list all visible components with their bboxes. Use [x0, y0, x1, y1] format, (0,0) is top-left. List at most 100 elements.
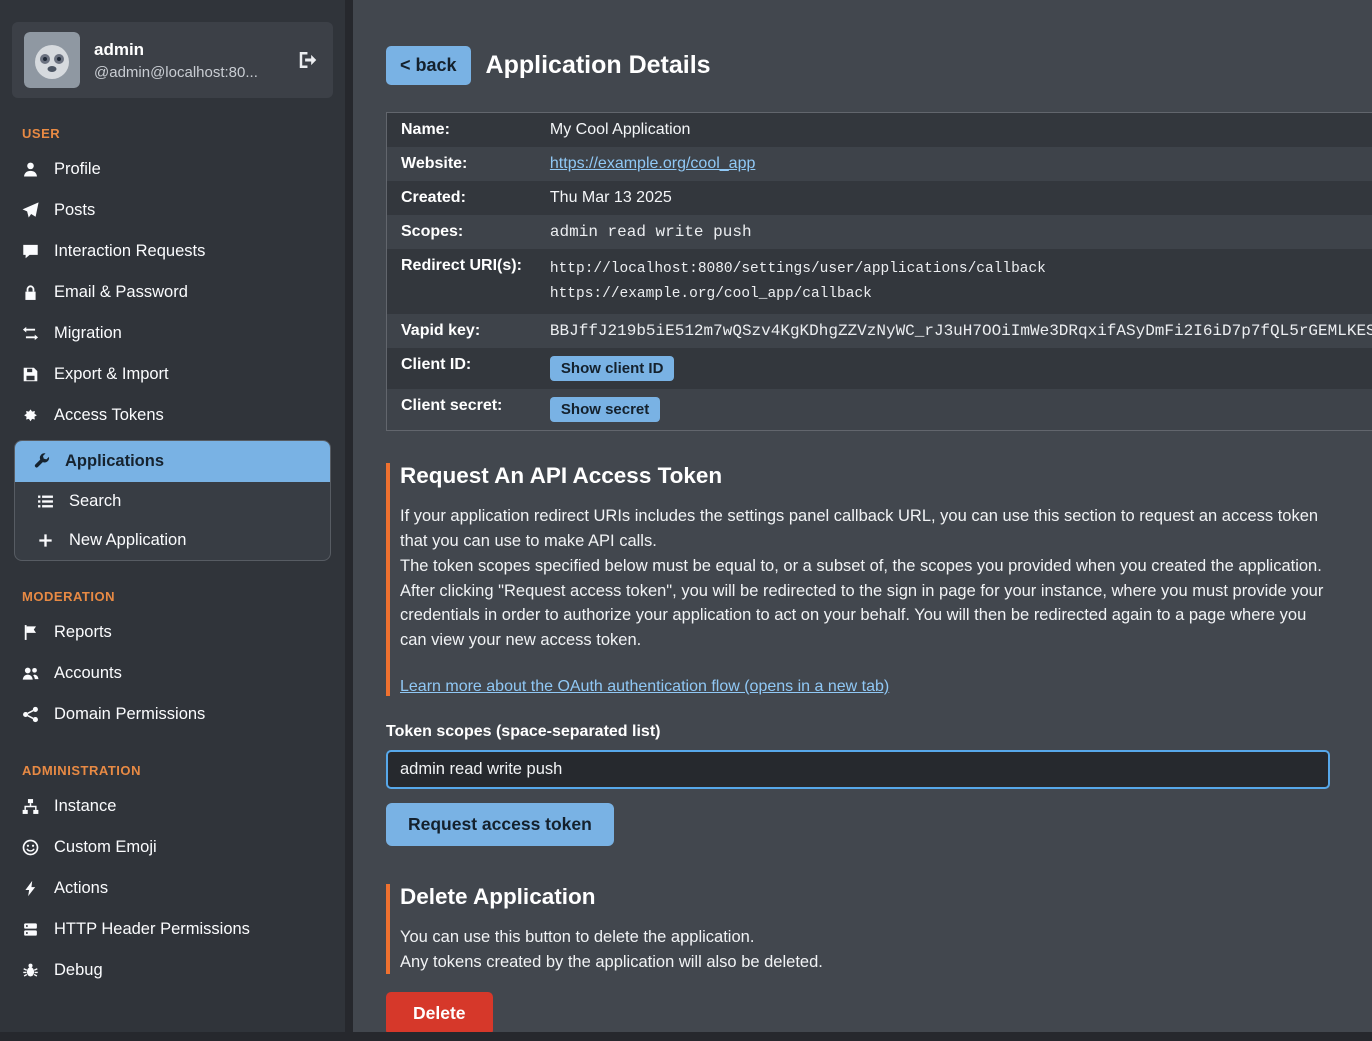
sidebar-item-label: Accounts [54, 664, 122, 683]
lock-icon [22, 284, 39, 301]
sidebar-item-label: Export & Import [54, 365, 169, 384]
sidebar-item-label: Interaction Requests [54, 242, 205, 261]
token-section-paragraph: After clicking "Request access token", y… [400, 579, 1330, 653]
page-title: Application Details [486, 51, 711, 80]
exchange-icon [22, 325, 39, 342]
app-name-value: My Cool Application [536, 113, 1372, 148]
sidebar-item-profile[interactable]: Profile [0, 149, 345, 190]
token-scopes-label: Token scopes (space-separated list) [386, 723, 1330, 741]
sidebar-item-actions[interactable]: Actions [0, 868, 345, 909]
oauth-docs-link[interactable]: Learn more about the OAuth authenticatio… [400, 678, 889, 696]
created-value: Thu Mar 13 2025 [536, 181, 1372, 215]
sidebar-item-label: Search [69, 492, 121, 511]
redirect-uris-value: http://localhost:8080/settings/user/appl… [536, 249, 1372, 314]
application-details-table: Name: My Cool Application Website: https… [386, 112, 1372, 431]
row-label: Name: [387, 113, 536, 148]
row-label: Created: [387, 181, 536, 215]
row-label: Redirect URI(s): [387, 249, 536, 314]
row-label: Client secret: [387, 389, 536, 431]
sidebar-item-interaction-requests[interactable]: Interaction Requests [0, 231, 345, 272]
user-card-text: admin @admin@localhost:80... [94, 40, 283, 81]
delete-section: Delete Application You can use this butt… [386, 884, 1330, 1032]
sidebar-item-label: Migration [54, 324, 122, 343]
back-button[interactable]: < back [386, 46, 471, 85]
sidebar-item-label: Custom Emoji [54, 838, 157, 857]
sidebar-item-custom-emoji[interactable]: Custom Emoji [0, 827, 345, 868]
floppy-icon [22, 366, 39, 383]
scopes-value: admin read write push [536, 215, 1372, 249]
sidebar-item-search[interactable]: Search [15, 482, 330, 521]
sidebar-item-email-password[interactable]: Email & Password [0, 272, 345, 313]
title-row: < back Application Details [386, 46, 1330, 85]
share-nodes-icon [22, 706, 39, 723]
sidebar-item-access-tokens[interactable]: Access Tokens [0, 395, 345, 436]
sidebar-item-debug[interactable]: Debug [0, 950, 345, 991]
plus-icon [37, 532, 54, 549]
users-icon [22, 665, 39, 682]
sign-out-icon [297, 49, 319, 71]
delete-section-text: Delete Application You can use this butt… [386, 884, 1330, 975]
user-card[interactable]: admin @admin@localhost:80... [12, 22, 333, 98]
sidebar-item-migration[interactable]: Migration [0, 313, 345, 354]
delete-section-paragraph: You can use this button to delete the ap… [400, 925, 1330, 950]
section-label-moderation: MODERATION [22, 589, 345, 604]
token-section: Request An API Access Token If your appl… [386, 463, 1330, 846]
row-label: Website: [387, 147, 536, 181]
sidebar-item-label: Domain Permissions [54, 705, 205, 724]
sidebar-item-label: Debug [54, 961, 103, 980]
sidebar-item-new-application[interactable]: New Application [15, 521, 330, 560]
username: admin [94, 40, 283, 60]
server-icon [22, 921, 39, 938]
bug-icon [22, 962, 39, 979]
sidebar-item-applications[interactable]: Applications [15, 441, 330, 482]
sidebar-item-label: Instance [54, 797, 116, 816]
paper-plane-icon [22, 202, 39, 219]
avatar [24, 32, 80, 88]
user-handle: @admin@localhost:80... [94, 64, 283, 81]
token-section-paragraph: If your application redirect URIs includ… [400, 504, 1330, 554]
table-row-created: Created: Thu Mar 13 2025 [387, 181, 1372, 215]
sidebar-item-label: Actions [54, 879, 108, 898]
delete-section-title: Delete Application [400, 884, 1330, 910]
user-icon [22, 161, 39, 178]
token-section-paragraph: The token scopes specified below must be… [400, 554, 1330, 579]
show-secret-button[interactable]: Show secret [550, 397, 660, 422]
table-row-client-secret: Client secret: Show secret [387, 389, 1372, 431]
sidebar-item-accounts[interactable]: Accounts [0, 653, 345, 694]
show-client-id-button[interactable]: Show client ID [550, 356, 675, 381]
smile-icon [22, 839, 39, 856]
delete-section-paragraph: Any tokens created by the application wi… [400, 950, 1330, 975]
token-scopes-input[interactable] [386, 750, 1330, 789]
request-access-token-button[interactable]: Request access token [386, 803, 614, 846]
sidebar-item-label: Posts [54, 201, 95, 220]
sidebar-item-posts[interactable]: Posts [0, 190, 345, 231]
sitemap-icon [22, 798, 39, 815]
sidebar: admin @admin@localhost:80... USER Profil… [0, 0, 345, 1032]
row-label: Scopes: [387, 215, 536, 249]
section-label-administration: ADMINISTRATION [22, 763, 345, 778]
applications-subnav: Search New Application [15, 482, 330, 560]
sidebar-item-export-import[interactable]: Export & Import [0, 354, 345, 395]
sidebar-item-domain-permissions[interactable]: Domain Permissions [0, 694, 345, 735]
website-link[interactable]: https://example.org/cool_app [550, 155, 755, 172]
vapid-key-value: BBJffJ219b5iE512m7wQSzv4KgKDhgZZVzNyWC_r… [536, 314, 1372, 348]
table-row-vapid-key: Vapid key: BBJffJ219b5iE512m7wQSzv4KgKDh… [387, 314, 1372, 348]
row-label: Client ID: [387, 348, 536, 389]
list-icon [37, 493, 54, 510]
sidebar-item-http-header-permissions[interactable]: HTTP Header Permissions [0, 909, 345, 950]
table-row-redirect-uris: Redirect URI(s): http://localhost:8080/s… [387, 249, 1372, 314]
sidebar-item-label: Access Tokens [54, 406, 164, 425]
sidebar-group-applications: Applications Search New Application [14, 440, 331, 561]
sidebar-item-label: New Application [69, 531, 186, 550]
table-row-client-id: Client ID: Show client ID [387, 348, 1372, 389]
sidebar-item-instance[interactable]: Instance [0, 786, 345, 827]
app-layout: admin @admin@localhost:80... USER Profil… [0, 0, 1372, 1032]
logout-button[interactable] [297, 49, 319, 71]
sidebar-item-reports[interactable]: Reports [0, 612, 345, 653]
wrench-icon [33, 453, 50, 470]
sidebar-item-label: Profile [54, 160, 101, 179]
sidebar-item-label: Reports [54, 623, 112, 642]
delete-button[interactable]: Delete [386, 992, 493, 1032]
redirect-uri: https://example.org/cool_app/callback [550, 282, 1372, 307]
flag-icon [22, 624, 39, 641]
